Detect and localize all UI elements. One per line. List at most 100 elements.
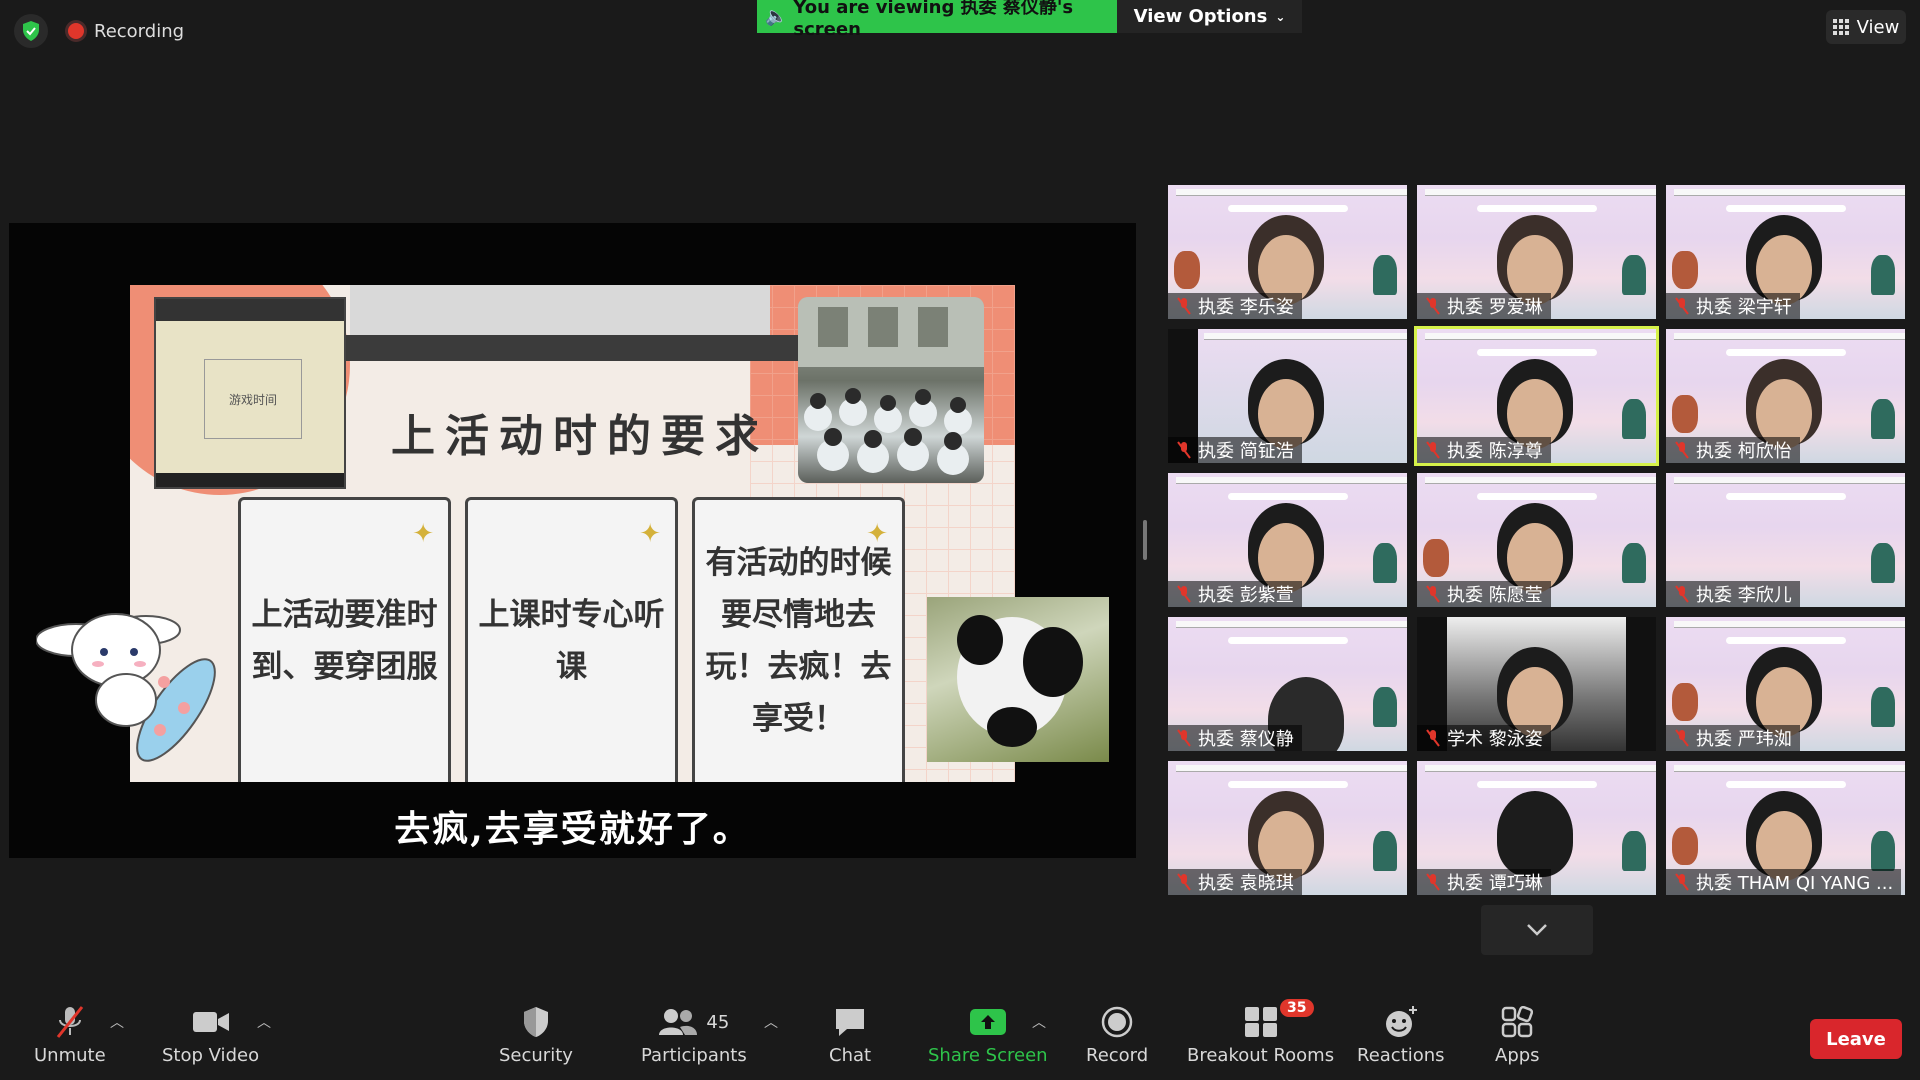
breakout-rooms-button[interactable]: 35 Breakout Rooms: [1187, 999, 1335, 1066]
participant-tile[interactable]: 执委 袁晓琪: [1168, 761, 1407, 895]
mini-slide-label: 游戏时间: [204, 359, 302, 439]
participants-options-caret[interactable]: ︿: [764, 1012, 778, 1032]
mic-muted-icon: [1177, 297, 1191, 315]
mini-slide-thumbnail: 游戏时间: [154, 297, 346, 489]
participant-name: 执委 简钲浩: [1198, 441, 1294, 462]
sparkle-icon: ✦: [639, 519, 661, 549]
view-button[interactable]: View: [1826, 10, 1906, 44]
mic-muted-icon: [1177, 729, 1191, 747]
video-camera-icon: [192, 1012, 229, 1032]
mic-muted-icon: [1675, 297, 1689, 315]
participants-button[interactable]: 45 Participants: [641, 1005, 747, 1066]
card-text: 上活动要准时到、要穿团服: [251, 597, 438, 685]
mic-muted-icon: [1177, 585, 1191, 603]
share-screen-icon: [969, 1009, 1006, 1035]
subtitle-text: 去疯,去享受就好了。: [394, 808, 751, 850]
recording-indicator[interactable]: Recording: [68, 18, 184, 44]
participant-name: 执委 袁晓琪: [1198, 873, 1294, 894]
requirement-card-2: ✦ 上课时专心听课: [465, 497, 678, 782]
participant-name: 执委 陈愿莹: [1447, 585, 1543, 606]
participant-tile[interactable]: 执委 李乐姿: [1168, 185, 1407, 319]
apps-icon: [1502, 1006, 1534, 1038]
video-options-caret[interactable]: ︿: [257, 1012, 271, 1032]
unmute-label: Unmute: [34, 1045, 106, 1066]
participant-tile[interactable]: 执委 陈愿莹: [1417, 473, 1656, 607]
card-text: 有活动的时候要尽情地去玩！去疯！去享受！: [705, 545, 892, 737]
view-options-button[interactable]: View Options ⌄: [1117, 0, 1302, 33]
security-button[interactable]: Security: [499, 1005, 573, 1066]
mic-muted-icon: [1426, 873, 1440, 891]
stop-video-button[interactable]: Stop Video: [162, 1005, 259, 1066]
apps-label: Apps: [1495, 1045, 1540, 1066]
chat-button[interactable]: Chat: [829, 1005, 871, 1066]
participant-name: 执委 罗爱琳: [1447, 297, 1543, 318]
participant-tile[interactable]: 执委 彭紫萱: [1168, 473, 1407, 607]
unmute-button[interactable]: Unmute: [34, 1005, 106, 1066]
participant-tile[interactable]: 执委 梁宇轩: [1666, 185, 1905, 319]
breakout-label: Breakout Rooms: [1187, 1045, 1335, 1066]
participant-tile[interactable]: 执委 李欣儿: [1666, 473, 1905, 607]
participant-tile[interactable]: 执委 谭巧琳: [1417, 761, 1656, 895]
chevron-down-icon: [1527, 924, 1547, 936]
slide-title: 上活动时的要求: [391, 411, 769, 462]
leave-label: Leave: [1826, 1028, 1886, 1050]
apps-button[interactable]: Apps: [1495, 1005, 1540, 1066]
classroom-photo: [798, 297, 984, 483]
participant-name: 执委 严玮洳: [1696, 729, 1792, 750]
participant-tile[interactable]: 执委 简钲浩: [1168, 329, 1407, 463]
breakout-rooms-icon: [1244, 1007, 1277, 1037]
mic-muted-icon: [1675, 441, 1689, 459]
resize-handle[interactable]: [1143, 520, 1147, 560]
sparkle-icon: ✦: [866, 519, 888, 549]
reactions-button[interactable]: Reactions: [1357, 1005, 1445, 1066]
reactions-label: Reactions: [1357, 1045, 1445, 1066]
grey-band: [350, 285, 770, 335]
participant-tile[interactable]: 执委 THAM QI YANG ...: [1666, 761, 1905, 895]
stop-video-label: Stop Video: [162, 1045, 260, 1066]
leave-button[interactable]: Leave: [1810, 1019, 1902, 1059]
recording-dot-icon: [68, 23, 84, 39]
mic-muted-icon: [1177, 873, 1191, 891]
participants-label: Participants: [641, 1045, 747, 1066]
chat-label: Chat: [829, 1045, 872, 1066]
participant-tile[interactable]: 执委 罗爱琳: [1417, 185, 1656, 319]
share-options-caret[interactable]: ︿: [1032, 1012, 1046, 1032]
participant-name: 执委 李乐姿: [1198, 297, 1294, 318]
gallery-next-page-button[interactable]: [1481, 905, 1593, 955]
mic-muted-icon: [1177, 441, 1191, 459]
card-text: 上课时专心听课: [478, 597, 665, 685]
participant-name: 执委 柯欣怡: [1696, 441, 1792, 462]
participant-name: 执委 梁宇轩: [1696, 297, 1792, 318]
participant-tile[interactable]: 执委 蔡仪静: [1168, 617, 1407, 751]
participant-tile-active-speaker[interactable]: 执委 陈淳尊: [1414, 326, 1659, 466]
shield-icon: [523, 1007, 548, 1037]
banner-text: You are viewing 执委 蔡仪静's screen: [793, 0, 1074, 40]
share-screen-button[interactable]: Share Screen: [928, 1005, 1048, 1066]
record-label: Record: [1086, 1045, 1149, 1066]
record-button[interactable]: Record: [1086, 1005, 1148, 1066]
sparkle-icon: ✦: [412, 519, 434, 549]
participant-name: 执委 李欣儿: [1696, 585, 1792, 606]
participant-tile[interactable]: 学术 黎泳姿: [1417, 617, 1656, 751]
security-label: Security: [499, 1045, 573, 1066]
mic-muted-icon: [1675, 585, 1689, 603]
panda-sticker: [927, 597, 1109, 762]
security-shield-icon[interactable]: [14, 14, 48, 48]
mic-muted-icon: [1675, 729, 1689, 747]
speaker-icon: 🔈: [765, 6, 788, 27]
participant-tile[interactable]: 执委 柯欣怡: [1666, 329, 1905, 463]
participant-tile[interactable]: 执委 严玮洳: [1666, 617, 1905, 751]
view-options-label: View Options: [1133, 6, 1268, 27]
presentation-slide: 游戏时间 上活动时的要求 ✦ 上活动要准时到、要穿团服 ✦ 上课时专心听课 ✦ …: [130, 285, 1015, 782]
view-label: View: [1856, 16, 1900, 38]
chat-bubble-icon: [836, 1009, 865, 1036]
breakout-badge: 35: [1280, 999, 1314, 1017]
mic-muted-icon: [1675, 873, 1689, 891]
share-screen-label: Share Screen: [928, 1045, 1048, 1066]
viewing-screen-banner: 🔈 You are viewing 执委 蔡仪静's screen: [757, 0, 1117, 40]
mic-muted-icon: [1426, 585, 1440, 603]
audio-options-caret[interactable]: ︿: [110, 1012, 124, 1032]
mic-muted-icon: [1426, 297, 1440, 315]
mic-muted-icon: [56, 1006, 83, 1038]
participant-name: 执委 蔡仪静: [1198, 729, 1294, 750]
